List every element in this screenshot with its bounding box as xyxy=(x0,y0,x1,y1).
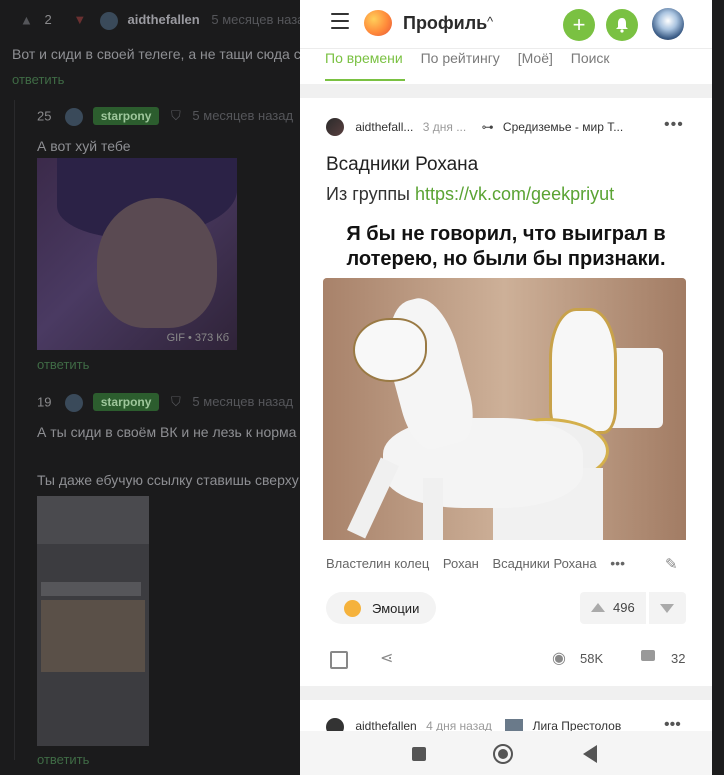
tab-search[interactable]: Поиск xyxy=(571,50,610,66)
post-caption: Я бы не говорил, что выиграл в лотерею, … xyxy=(346,223,666,270)
profile-tabs: По времени По рейтингу [Моё] Поиск xyxy=(325,50,624,80)
more-options-icon[interactable]: ••• xyxy=(664,116,684,134)
upvote-button[interactable]: 496 xyxy=(580,592,646,624)
image-toilet-lid xyxy=(549,308,617,434)
image-horse-leg xyxy=(423,478,443,540)
comment-time: 5 месяцев назад xyxy=(211,12,300,28)
section-divider xyxy=(300,84,712,98)
reply-link[interactable]: ответить xyxy=(12,72,64,87)
notifications-button[interactable] xyxy=(606,9,638,41)
source-prefix: Из группы xyxy=(326,184,410,204)
post-author-row: aidthefall... 3 дня ... ⊶ Средиземье - м… xyxy=(326,118,696,138)
emotions-button[interactable]: Эмоции xyxy=(326,592,436,624)
home-icon[interactable] xyxy=(493,744,513,764)
image-horse-head xyxy=(353,318,427,382)
tag[interactable]: Всадники Рохана xyxy=(492,556,596,571)
post-rating: 496 xyxy=(613,600,635,615)
save-icon[interactable] xyxy=(330,651,348,669)
comment-text: А вот хуй тебе xyxy=(37,138,131,154)
author-avatar[interactable] xyxy=(326,118,344,136)
comment-text: Вот и сиди в своей телеге, а не тащи сюд… xyxy=(12,46,300,62)
comment-rating: 19 xyxy=(37,394,52,410)
avatar xyxy=(99,12,118,30)
post-tags: Властелин колец Рохан Всадники Рохана ••… xyxy=(326,555,635,571)
comment-time: 5 месяцев назад xyxy=(192,108,294,124)
comment-text: Ты даже ебучую ссылку ставишь сверху xyxy=(37,472,299,488)
bell-icon xyxy=(616,18,628,33)
source-link[interactable]: https://vk.com/geekpriyut xyxy=(415,184,614,204)
share-icon[interactable]: ⋖ xyxy=(380,648,393,668)
reply-link[interactable]: ответить xyxy=(37,752,89,767)
tag[interactable]: Властелин колец xyxy=(326,556,429,571)
recents-icon[interactable] xyxy=(412,747,426,761)
tab-by-rating[interactable]: По рейтингу xyxy=(421,50,500,66)
app-top-bar: Профиль ^ + xyxy=(300,0,712,49)
downvote-button[interactable] xyxy=(649,592,686,624)
screenshot-thumbnail[interactable] xyxy=(37,496,149,746)
chevron-up-icon[interactable]: ^ xyxy=(487,14,493,29)
comment-rating: 25 xyxy=(37,108,52,124)
thumbnail-header xyxy=(37,496,149,544)
author-name[interactable]: aidthefallen xyxy=(127,12,199,27)
phone-screenshot: Профиль ^ + По времени По рейтингу [Моё]… xyxy=(300,0,712,775)
gif-face-shape xyxy=(97,198,217,328)
add-button[interactable]: + xyxy=(563,9,595,41)
comment-text: А ты сиди в своём ВК и не лезь к норма xyxy=(37,424,297,440)
menu-icon[interactable] xyxy=(331,13,349,29)
vote-count: 2 xyxy=(44,12,52,28)
author-name[interactable]: starpony xyxy=(92,107,160,126)
reply-link[interactable]: ответить xyxy=(37,357,89,372)
post-actions: ⋖ ◉ 58K 32 xyxy=(326,648,696,672)
tab-by-time[interactable]: По времени xyxy=(325,50,403,66)
shield-icon: ⛉ xyxy=(171,108,181,124)
thumbnail-image xyxy=(41,600,145,672)
eye-icon: ◉ xyxy=(552,650,566,667)
android-nav-bar xyxy=(300,731,712,775)
section-divider xyxy=(300,686,712,700)
post-source: Из группы https://vk.com/geekpriyut xyxy=(326,184,614,205)
comment-time: 5 месяцев назад xyxy=(192,394,294,410)
thread-line xyxy=(14,100,15,760)
tag[interactable]: Рохан xyxy=(443,556,479,571)
more-tags-icon[interactable]: ••• xyxy=(610,555,625,571)
emoji-icon xyxy=(344,600,361,617)
thumbnail-caption-block xyxy=(41,582,141,596)
comment-header: 19 starpony ⛉ 5 месяцев назад xyxy=(37,393,294,412)
gif-image[interactable]: GIF • 373 Кб xyxy=(37,158,237,350)
arrow-up-icon xyxy=(591,603,605,612)
edit-icon[interactable]: ✎ xyxy=(665,555,678,573)
back-icon[interactable] xyxy=(583,745,597,763)
community-icon: ⊶ xyxy=(481,120,494,134)
right-edge xyxy=(712,0,724,775)
views-count: 58K xyxy=(580,651,604,666)
emotions-label: Эмоции xyxy=(372,601,420,616)
comment-icon[interactable] xyxy=(641,650,655,661)
shield-icon: ⛉ xyxy=(171,394,181,410)
downvote-icon[interactable]: ▼ xyxy=(73,12,86,27)
post-image[interactable] xyxy=(323,278,686,540)
author-name[interactable]: aidthefall... xyxy=(355,120,413,134)
rating-control: 496 xyxy=(580,592,686,624)
user-avatar[interactable] xyxy=(652,8,684,40)
author-name[interactable]: starpony xyxy=(92,393,160,412)
gif-caption: GIF • 373 Кб xyxy=(166,332,229,344)
arrow-down-icon xyxy=(660,604,674,613)
community-name[interactable]: Средиземье - мир Т... xyxy=(503,120,623,134)
background-comments-page: ▲ 2 ▼ aidthefallen 5 месяцев назад Вот и… xyxy=(0,0,300,775)
post-time: 3 дня ... xyxy=(422,120,467,134)
tab-mine[interactable]: [Моё] xyxy=(518,50,553,66)
top-comment-header: ▲ 2 ▼ aidthefallen 5 месяцев назад xyxy=(20,12,300,30)
app-logo[interactable] xyxy=(364,10,392,36)
active-tab-indicator xyxy=(325,79,405,81)
upvote-icon[interactable]: ▲ xyxy=(20,12,33,27)
comment-header: 25 starpony ⛉ 5 месяцев назад xyxy=(37,107,294,126)
comments-count[interactable]: 32 xyxy=(671,651,685,666)
page-title[interactable]: Профиль xyxy=(403,13,487,34)
avatar xyxy=(65,394,84,412)
post-title[interactable]: Всадники Рохана xyxy=(326,154,478,176)
avatar xyxy=(65,108,84,126)
